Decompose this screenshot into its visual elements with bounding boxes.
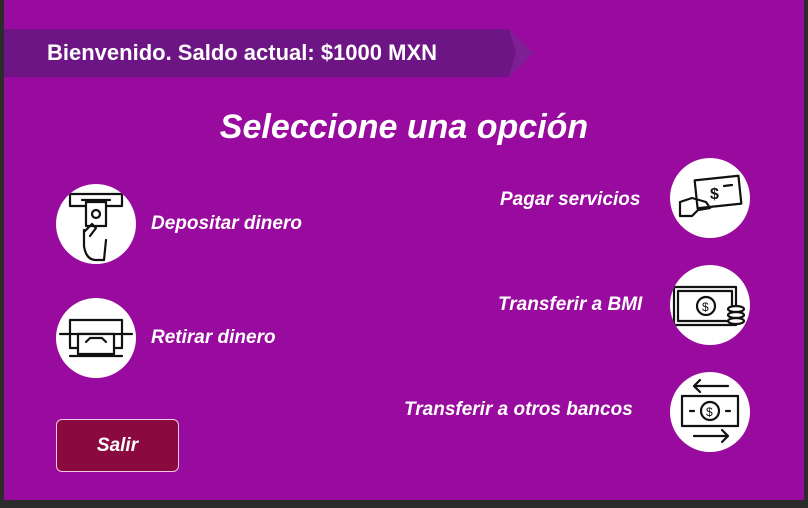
svg-text:$: $	[702, 300, 709, 314]
svg-text:$: $	[710, 186, 719, 203]
svg-text:$: $	[706, 405, 713, 419]
deposit-atm-icon	[56, 184, 136, 264]
option-label: Pagar servicios	[500, 189, 641, 210]
page-title: Seleccione una opción	[219, 108, 589, 146]
balance-text: Bienvenido. Saldo actual: $1000 MXN	[47, 40, 438, 65]
option-deposit[interactable]: Depositar dinero	[56, 184, 336, 264]
atm-screen: Bienvenido. Saldo actual: $1000 MXN Sele…	[4, 0, 804, 500]
option-label: Transferir a BMI	[498, 294, 643, 315]
option-label: Retirar dinero	[151, 327, 276, 348]
balance-banner: Bienvenido. Saldo actual: $1000 MXN	[4, 29, 533, 77]
exit-button[interactable]: Salir	[56, 419, 179, 472]
pay-bill-hand-icon: $	[670, 158, 750, 238]
withdraw-atm-icon	[56, 298, 136, 378]
money-exchange-arrows-icon: $	[670, 372, 750, 452]
option-withdraw[interactable]: Retirar dinero	[56, 298, 306, 378]
option-transfer-bmi[interactable]: Transferir a BMI $	[494, 265, 750, 345]
cash-coins-icon: $	[670, 265, 750, 345]
option-pay-services[interactable]: Pagar servicios $	[494, 158, 750, 238]
option-label: Depositar dinero	[151, 213, 302, 234]
option-label: Transferir a otros bancos	[404, 399, 633, 420]
option-transfer-other-banks[interactable]: Transferir a otros bancos $	[400, 372, 750, 452]
